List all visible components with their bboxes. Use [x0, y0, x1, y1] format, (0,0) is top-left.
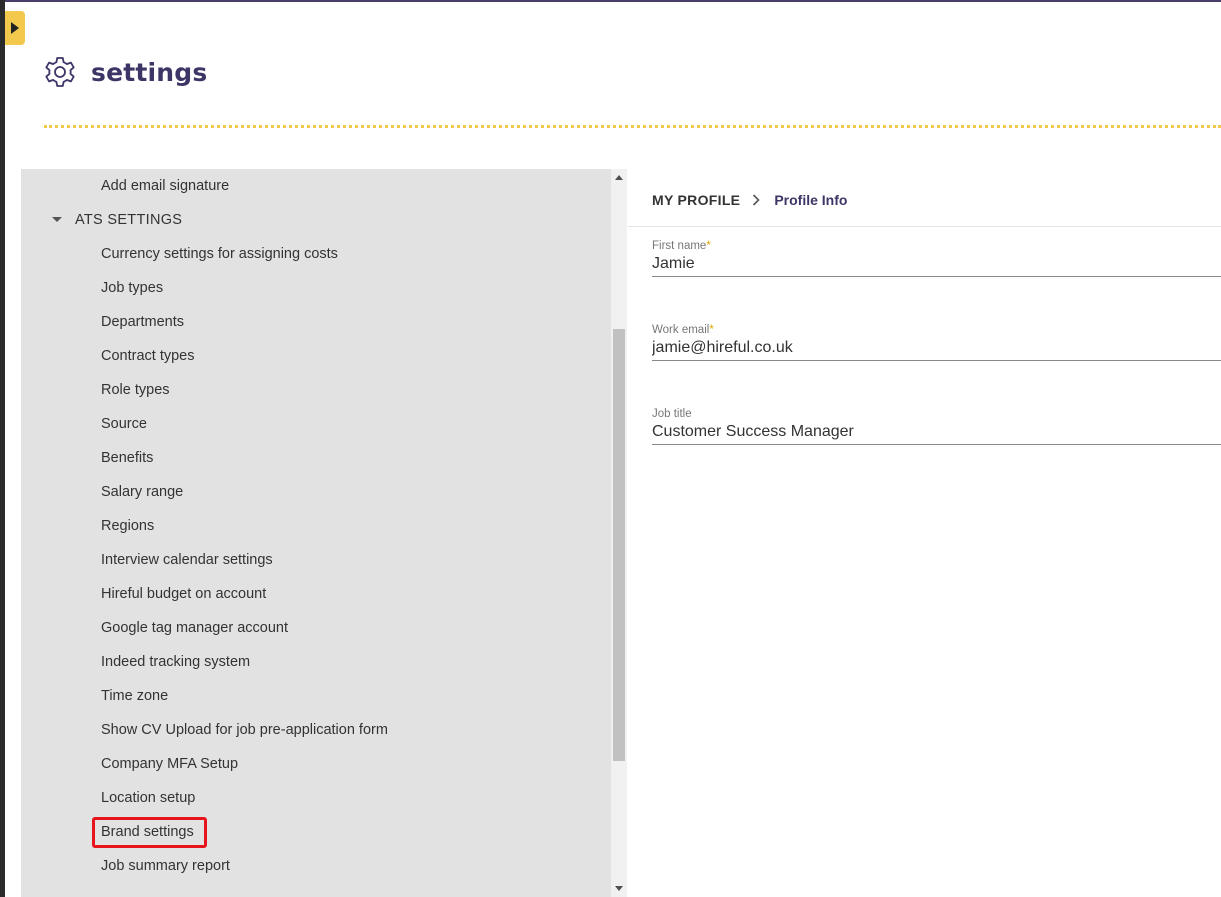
sidebar-item-contract-types[interactable]: Contract types	[21, 339, 611, 373]
sidebar-toggle-button[interactable]	[5, 11, 25, 45]
sidebar-item-label: Benefits	[101, 450, 154, 466]
gear-icon	[45, 57, 75, 87]
sidebar-item-label: Source	[101, 416, 147, 432]
sidebar-item-role-types[interactable]: Role types	[21, 373, 611, 407]
page-header: settings	[43, 52, 207, 92]
sidebar-item-label: Salary range	[101, 484, 184, 500]
sidebar-item-label: Job types	[101, 280, 164, 296]
sidebar-group-ats-settings[interactable]: ATS SETTINGS	[21, 203, 611, 237]
scrollbar-thumb[interactable]	[613, 329, 625, 761]
sidebar-item-time-zone[interactable]: Time zone	[21, 679, 611, 713]
sidebar-scrollbar[interactable]	[611, 169, 627, 897]
scroll-up-icon[interactable]	[615, 175, 623, 180]
chevron-right-icon	[752, 194, 760, 206]
sidebar-item-label: Regions	[101, 518, 155, 534]
sidebar-item-add-email-signature[interactable]: Add email signature	[21, 169, 611, 203]
sidebar-item-interview-calendar-settings[interactable]: Interview calendar settings	[21, 543, 611, 577]
sidebar-item-brand-settings[interactable]: Brand settings	[21, 815, 611, 849]
sidebar-item-label: Company MFA Setup	[101, 756, 239, 772]
scroll-down-icon[interactable]	[615, 886, 623, 891]
work-email-input[interactable]	[652, 335, 1221, 361]
play-arrow-icon	[11, 22, 19, 34]
sidebar-item-google-tag-manager[interactable]: Google tag manager account	[21, 611, 611, 645]
sidebar-item-location-setup[interactable]: Location setup	[21, 781, 611, 815]
header-divider	[44, 125, 1221, 128]
sidebar-item-label: Indeed tracking system	[101, 654, 251, 670]
page-title: settings	[91, 57, 208, 87]
sidebar-item-benefits[interactable]: Benefits	[21, 441, 611, 475]
sidebar-item-label: Interview calendar settings	[101, 552, 273, 568]
settings-sidebar: Add email signature ATS SETTINGS Currenc…	[21, 169, 611, 897]
sidebar-item-indeed-tracking[interactable]: Indeed tracking system	[21, 645, 611, 679]
job-title-field: Job title	[652, 408, 1221, 452]
work-email-field: Work email*	[652, 324, 1221, 368]
breadcrumb-profile-info: Profile Info	[774, 192, 848, 208]
sidebar-item-label: Hireful budget on account	[101, 586, 267, 602]
job-title-input[interactable]	[652, 419, 1221, 445]
sidebar-item-salary-range[interactable]: Salary range	[21, 475, 611, 509]
first-name-input[interactable]	[652, 251, 1221, 277]
sidebar-item-label: Location setup	[101, 790, 196, 806]
sidebar-item-label: Time zone	[101, 688, 169, 704]
sidebar-item-job-types[interactable]: Job types	[21, 271, 611, 305]
top-border	[0, 0, 1221, 2]
sidebar-item-hireful-budget[interactable]: Hireful budget on account	[21, 577, 611, 611]
breadcrumb-divider	[628, 226, 1221, 227]
left-edge-strip	[0, 0, 5, 897]
sidebar-item-currency-settings[interactable]: Currency settings for assigning costs	[21, 237, 611, 271]
breadcrumb: MY PROFILE Profile Info	[652, 190, 847, 210]
sidebar-item-label: Job summary report	[101, 858, 230, 874]
sidebar-item-label: Contract types	[101, 348, 195, 364]
sidebar-item-source[interactable]: Source	[21, 407, 611, 441]
sidebar-item-label: Departments	[101, 314, 185, 330]
sidebar-item-label: Show CV Upload for job pre-application f…	[101, 722, 388, 738]
sidebar-item-company-mfa-setup[interactable]: Company MFA Setup	[21, 747, 611, 781]
sidebar-item-label: Currency settings for assigning costs	[101, 246, 338, 262]
first-name-field: First name*	[652, 240, 1221, 284]
sidebar-group-label: ATS SETTINGS	[75, 212, 183, 228]
sidebar-item-label: Role types	[101, 382, 170, 398]
sidebar-item-show-cv-upload[interactable]: Show CV Upload for job pre-application f…	[21, 713, 611, 747]
sidebar-item-label: Brand settings	[101, 824, 194, 840]
caret-down-icon[interactable]	[52, 217, 62, 222]
sidebar-item-job-summary-report[interactable]: Job summary report	[21, 849, 611, 883]
breadcrumb-my-profile[interactable]: MY PROFILE	[652, 192, 740, 208]
sidebar-item-regions[interactable]: Regions	[21, 509, 611, 543]
sidebar-item-departments[interactable]: Departments	[21, 305, 611, 339]
sidebar-item-label: Add email signature	[101, 178, 230, 194]
sidebar-item-label: Google tag manager account	[101, 620, 289, 636]
